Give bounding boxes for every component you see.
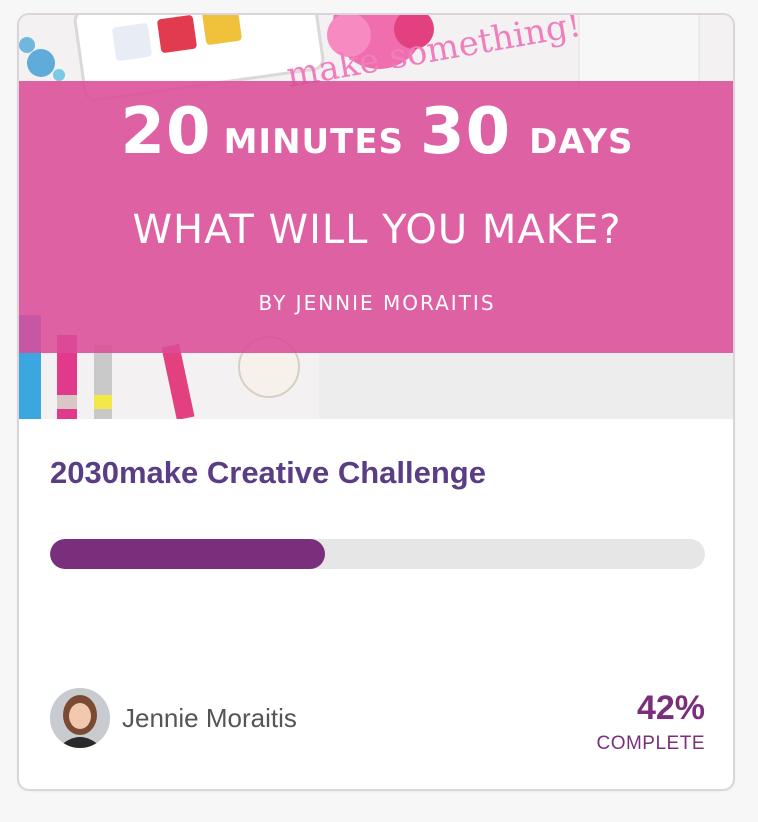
hero-headline: 20 MINUTES 30 DAYS <box>19 95 733 169</box>
hero-word-days: DAYS <box>529 122 634 162</box>
hero-banner: 20 MINUTES 30 DAYS WHAT WILL YOU MAKE? BY J… <box>19 81 733 353</box>
hero-word-minutes: MINUTES <box>223 122 405 162</box>
course-hero-image[interactable]: make something!!! 20 MINUTES 30 DAYS WHAT W… <box>19 15 733 419</box>
author-name: Jennie Moraitis <box>122 703 297 733</box>
course-card[interactable]: make something!!! 20 MINUTES 30 DAYS WHAT W… <box>17 13 735 791</box>
hero-byline: BY JENNIE MORAITIS <box>258 291 496 315</box>
course-title[interactable]: 2030make Creative Challenge <box>50 455 486 491</box>
hero-number-minutes: 20 <box>120 95 212 169</box>
hero-tagline: WHAT WILL YOU MAKE? <box>132 207 622 253</box>
hero-number-days: 30 <box>420 95 512 169</box>
progress-complete-label: COMPLETE <box>596 733 705 754</box>
author-photo <box>50 688 110 748</box>
progress-percent: 42% <box>636 689 705 727</box>
progress-bar <box>50 539 705 569</box>
avatar <box>50 688 110 748</box>
progress-bar-fill <box>50 539 326 569</box>
